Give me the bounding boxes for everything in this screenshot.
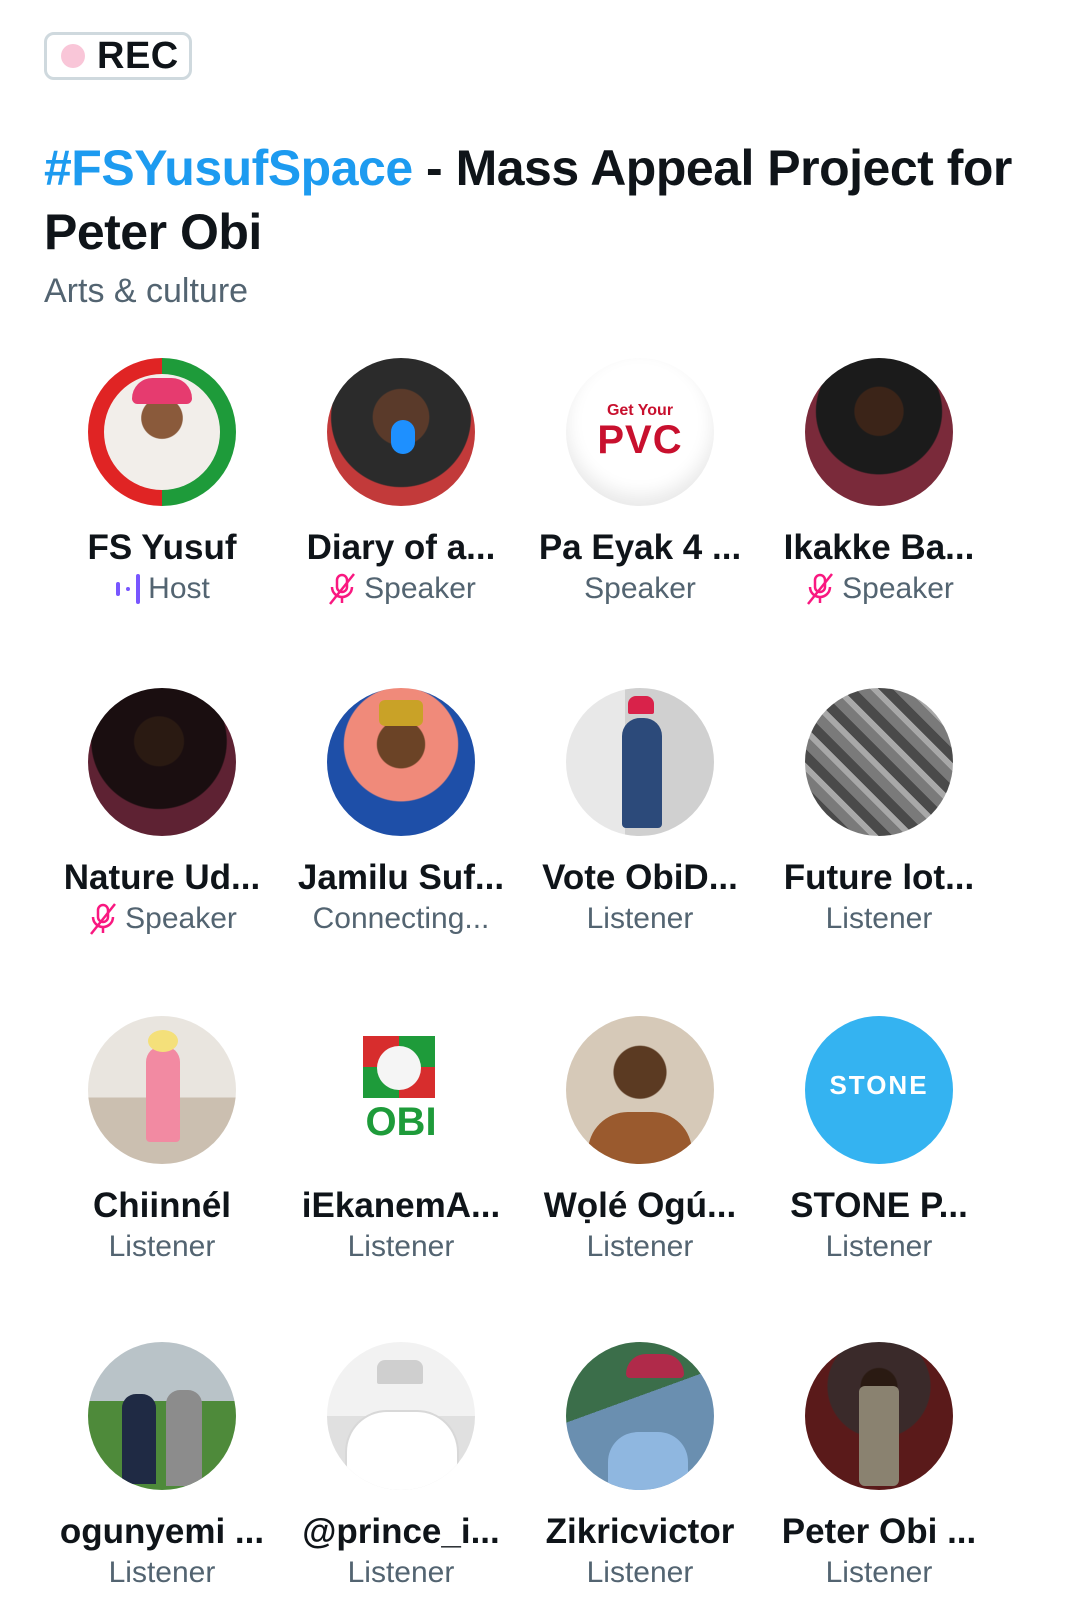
participant-role-row: Connecting... <box>286 902 516 936</box>
participant-card[interactable]: Chiinnél Listener <box>47 1016 277 1264</box>
participant-role-row: Listener <box>525 1230 755 1264</box>
participant-card[interactable]: Ikakke Ba... Speaker <box>764 358 994 606</box>
avatar <box>566 1342 714 1490</box>
participant-name: Nature Ud... <box>63 858 261 897</box>
participant-role: Listener <box>347 1556 455 1589</box>
participant-role-row: Speaker <box>286 572 516 606</box>
participant-role-row: Host <box>47 572 277 606</box>
participant-role-row: Speaker <box>525 572 755 606</box>
participant-name: Jamilu Suf... <box>297 858 505 897</box>
avatar <box>566 688 714 836</box>
participant-name: Zikricvictor <box>545 1512 735 1551</box>
participant-name: ogunyemi ... <box>59 1512 265 1551</box>
participant-role: Speaker <box>584 572 696 605</box>
participant-role: Speaker <box>842 572 954 605</box>
participant-card[interactable]: Peter Obi ... Listener <box>764 1342 994 1590</box>
participant-card[interactable]: Future lot... Listener <box>764 688 994 936</box>
avatar <box>88 1016 236 1164</box>
participant-card[interactable]: Get Your PVC Pa Eyak 4 ... Speaker <box>525 358 755 606</box>
participant-role: Listener <box>108 1230 216 1263</box>
participant-role: Listener <box>347 1230 455 1263</box>
avatar <box>88 358 236 506</box>
participant-role: Listener <box>586 1556 694 1589</box>
mic-off-icon <box>326 572 358 606</box>
participant-role-row: Listener <box>47 1230 277 1264</box>
participant-name: iEkanemA... <box>301 1186 501 1225</box>
participant-name: Peter Obi ... <box>781 1512 977 1551</box>
participant-name: Pa Eyak 4 ... <box>538 528 742 567</box>
mic-off-icon <box>804 572 836 606</box>
host-speaking-icon <box>114 572 142 606</box>
avatar <box>566 1016 714 1164</box>
avatar-text-line2: PVC <box>597 418 683 462</box>
participant-name: Vote ObiD... <box>542 858 738 897</box>
participant-card[interactable]: Nature Ud... Speaker <box>47 688 277 936</box>
avatar <box>327 688 475 836</box>
participant-card[interactable]: Diary of a... Speaker <box>286 358 516 606</box>
participant-card[interactable]: OBI iEkanemA... Listener <box>286 1016 516 1264</box>
avatar <box>327 358 475 506</box>
participant-role-row: Listener <box>764 1556 994 1590</box>
participant-role-row: Listener <box>286 1230 516 1264</box>
participant-role-row: Listener <box>764 1230 994 1264</box>
participant-card[interactable]: FS Yusuf Host <box>47 358 277 606</box>
participant-role: Listener <box>108 1556 216 1589</box>
avatar <box>805 688 953 836</box>
avatar <box>805 358 953 506</box>
participant-role-row: Listener <box>525 902 755 936</box>
participant-role: Speaker <box>364 572 476 605</box>
participant-role: Host <box>148 572 210 605</box>
participant-name: Future lot... <box>783 858 975 897</box>
participant-card[interactable]: STONE STONE P... Listener <box>764 1016 994 1264</box>
participant-role-row: Listener <box>764 902 994 936</box>
avatar: STONE <box>805 1016 953 1164</box>
participant-role: Speaker <box>125 902 237 935</box>
participant-card[interactable]: Wọlé Ogú... Listener <box>525 1016 755 1264</box>
avatar <box>805 1342 953 1490</box>
participant-role-row: Speaker <box>47 902 277 936</box>
participant-role: Listener <box>586 902 694 935</box>
participant-role: Connecting... <box>312 902 490 935</box>
participant-role: Listener <box>825 1230 933 1263</box>
participant-name: FS Yusuf <box>87 528 237 567</box>
avatar <box>327 1342 475 1490</box>
participant-name: Ikakke Ba... <box>783 528 975 567</box>
participant-card[interactable]: @prince_i... Listener <box>286 1342 516 1590</box>
participant-card[interactable]: Jamilu Suf... Connecting... <box>286 688 516 936</box>
participant-role: Listener <box>586 1230 694 1263</box>
participant-role-row: Listener <box>525 1556 755 1590</box>
participant-role-row: Listener <box>286 1556 516 1590</box>
participant-role-row: Speaker <box>764 572 994 606</box>
participant-name: Chiinnél <box>92 1186 232 1225</box>
participant-name: Wọlé Ogú... <box>543 1186 737 1225</box>
participant-name: @prince_i... <box>302 1512 500 1551</box>
avatar: Get Your PVC <box>566 358 714 506</box>
participant-role: Listener <box>825 902 933 935</box>
avatar <box>88 1342 236 1490</box>
participant-name: STONE P... <box>790 1186 968 1225</box>
participant-card[interactable]: Zikricvictor Listener <box>525 1342 755 1590</box>
participant-card[interactable]: ogunyemi ... Listener <box>47 1342 277 1590</box>
avatar: OBI <box>327 1016 475 1164</box>
participant-card[interactable]: Vote ObiD... Listener <box>525 688 755 936</box>
participant-name: Diary of a... <box>306 528 496 567</box>
avatar <box>88 688 236 836</box>
participant-role-row: Listener <box>47 1556 277 1590</box>
mic-off-icon <box>87 902 119 936</box>
avatar-text: STONE <box>829 1070 929 1100</box>
avatar-text: OBI <box>365 1100 437 1144</box>
participants-grid: FS Yusuf Host Diary of a... Speaker Get … <box>0 0 1068 1620</box>
participant-role: Listener <box>825 1556 933 1589</box>
